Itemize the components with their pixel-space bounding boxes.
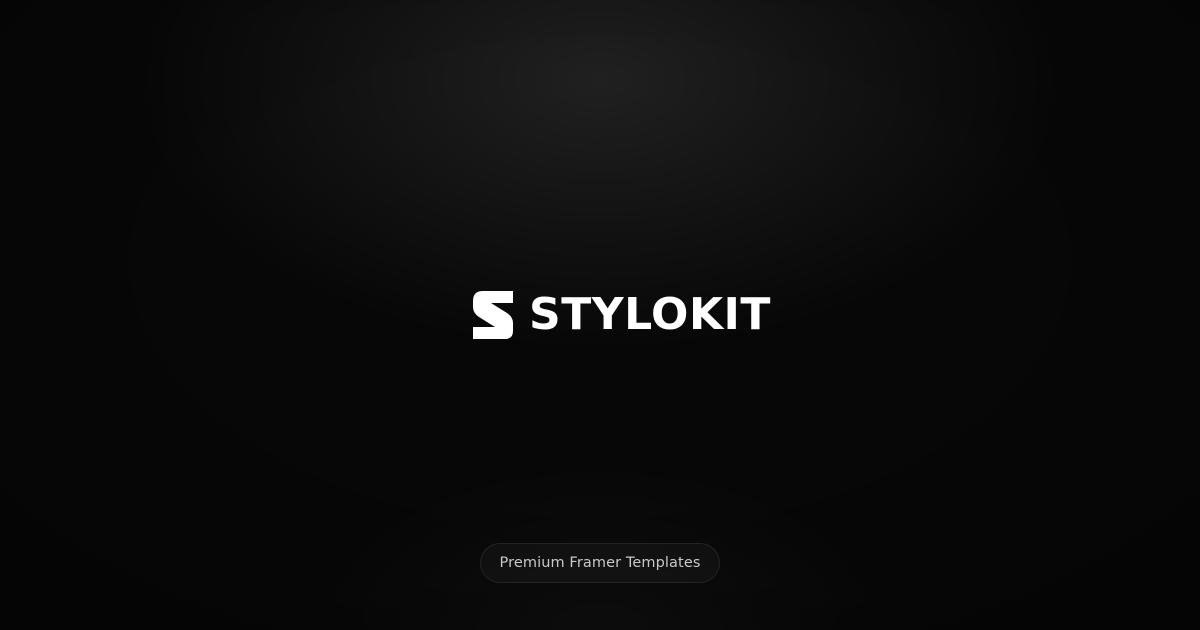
brand-logo: STYLOKIT: [471, 290, 771, 340]
tagline-badge: Premium Framer Templates: [480, 543, 720, 583]
brand-wordmark: STYLOKIT: [529, 289, 771, 340]
tagline-text: Premium Framer Templates: [499, 555, 701, 571]
stylized-s-logo-icon: [473, 291, 513, 339]
